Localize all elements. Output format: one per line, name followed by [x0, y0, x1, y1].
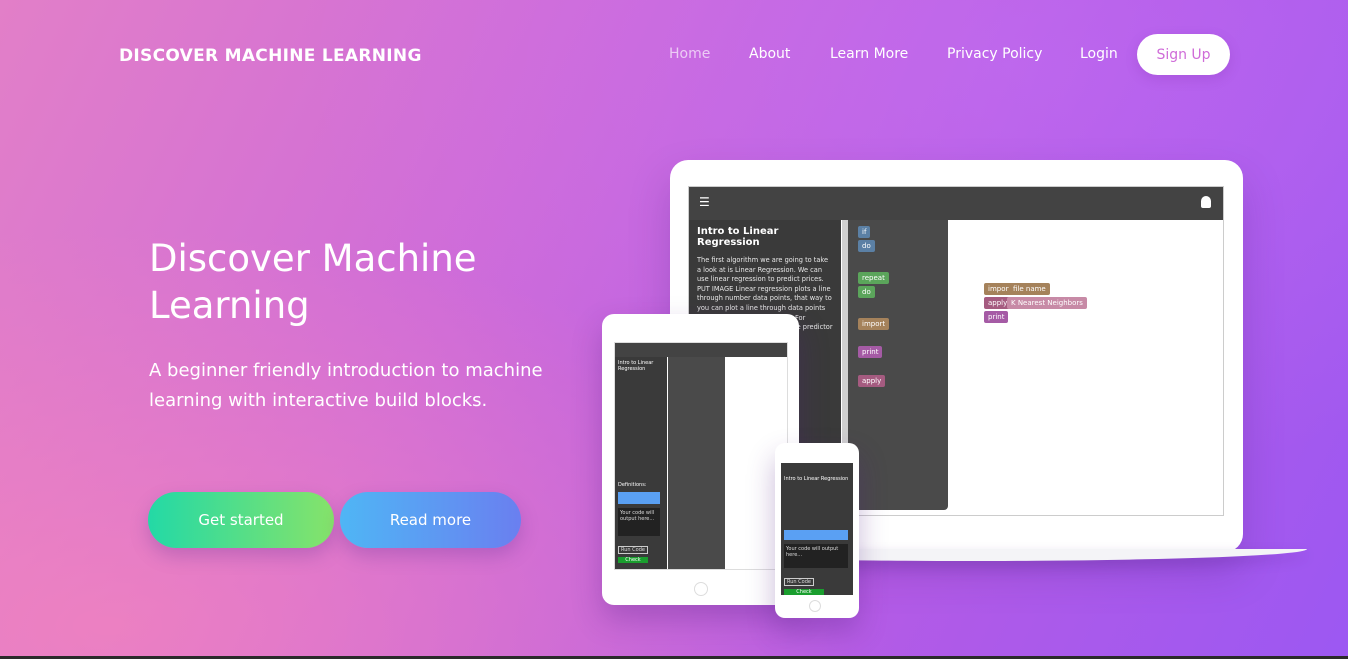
lesson-title: Intro to Linear Regression — [697, 226, 779, 248]
hero-title: Discover Machine Learning — [149, 237, 477, 327]
phone-check: Check — [784, 589, 824, 595]
tablet-toolbar — [615, 343, 787, 357]
hero-subtitle: A beginner friendly introduction to mach… — [149, 360, 543, 411]
tablet-definitions: Definitions: — [618, 482, 647, 488]
get-started-button[interactable]: Get started — [148, 492, 334, 548]
sign-up-button[interactable]: Sign Up — [1137, 34, 1230, 75]
workspace-knn: K Nearest Neighbors — [1007, 297, 1087, 309]
block-repeat-do: do — [858, 286, 875, 298]
workspace-file-name: file name — [1009, 283, 1050, 295]
read-more-button[interactable]: Read more — [340, 492, 521, 548]
tablet-lesson-title: Intro to Linear Regression — [618, 360, 654, 372]
account-icon — [1201, 196, 1211, 208]
block-print: print — [858, 346, 883, 358]
tablet-check: Check — [618, 557, 648, 563]
block-if-do: do — [858, 240, 875, 252]
phone-definition-items — [784, 530, 848, 540]
menu-icon: ☰ — [699, 195, 710, 209]
nav-home[interactable]: Home — [669, 46, 710, 62]
tablet-code-output: Your code will output here... — [618, 508, 660, 536]
workspace-print: print — [984, 311, 1009, 323]
tablet-screen: Intro to Linear Regression Definitions: … — [614, 342, 788, 570]
nav-learn-more[interactable]: Learn More — [830, 46, 908, 62]
tablet-home-button — [694, 582, 708, 596]
tablet-run-code: Run Code — [618, 546, 648, 554]
nav-about[interactable]: About — [749, 46, 790, 62]
nav-login[interactable]: Login — [1080, 46, 1118, 62]
nav-privacy-policy[interactable]: Privacy Policy — [947, 46, 1042, 62]
block-import: import — [858, 318, 890, 330]
tablet-lesson-panel: Intro to Linear Regression Definitions: … — [615, 357, 667, 569]
brand-logo[interactable]: DISCOVER MACHINE LEARNING — [119, 46, 422, 66]
block-if: if — [858, 226, 871, 238]
block-repeat: repeat — [858, 272, 889, 284]
phone-screen: Intro to Linear Regression Your code wil… — [781, 463, 853, 595]
tablet-definition-items — [618, 492, 660, 504]
app-toolbar: ☰ — [689, 187, 1223, 220]
phone-run-code: Run Code — [784, 578, 814, 586]
block-toolbox: if do repeat do import print apply — [848, 220, 948, 510]
phone-code-output: Your code will output here... — [784, 544, 848, 568]
phone-home-button — [809, 600, 821, 612]
block-apply: apply — [858, 375, 886, 387]
phone-lesson-title: Intro to Linear Regression — [784, 476, 849, 482]
tablet-toolbox — [668, 357, 725, 569]
